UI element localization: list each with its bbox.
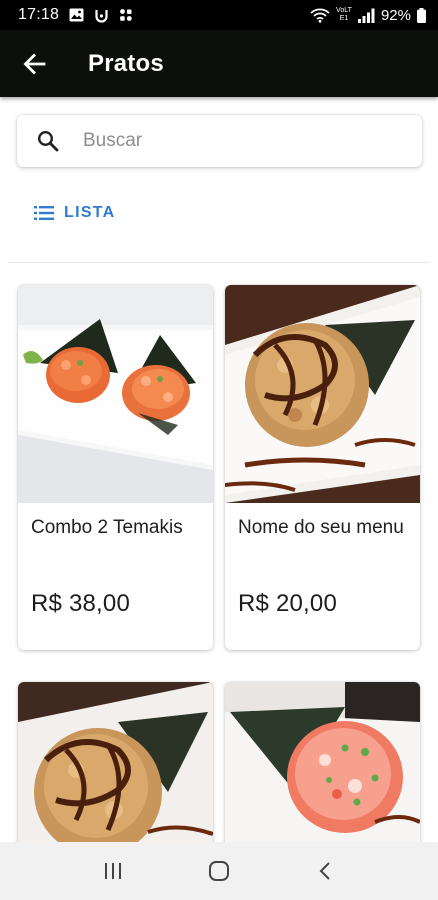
product-name: Combo 2 Temakis <box>31 517 183 538</box>
product-price: R$ 20,00 <box>238 590 338 617</box>
card-body: Combo 2 Temakis R$ 38,00 <box>18 503 213 618</box>
status-right: VoLTE1 92% <box>310 7 426 24</box>
product-price: R$ 38,00 <box>31 590 131 617</box>
search-bar[interactable] <box>17 115 422 167</box>
app-bar: Pratos <box>0 30 438 97</box>
grid-apps-icon <box>118 7 134 23</box>
recent-apps-button[interactable] <box>88 851 138 891</box>
alarm-icon <box>93 7 109 23</box>
signal-icon <box>357 7 376 23</box>
battery-percent: 92% <box>380 6 411 24</box>
wifi-icon <box>310 7 330 23</box>
back-button[interactable] <box>16 46 52 82</box>
product-card[interactable]: Nome do seu menu R$ 20,00 <box>225 285 420 650</box>
status-bar: 17:18 VoLTE1 92% <box>0 0 438 30</box>
product-card[interactable]: Combo 2 Temakis R$ 38,00 <box>18 285 213 650</box>
card-body: Nome do seu menu R$ 20,00 <box>225 503 420 618</box>
system-nav-bar <box>0 842 438 900</box>
recent-apps-icon <box>105 863 121 879</box>
product-name: Nome do seu menu <box>238 517 404 538</box>
product-image <box>18 285 213 503</box>
list-view-toggle[interactable]: LISTA <box>34 204 116 222</box>
search-input[interactable] <box>83 130 383 152</box>
page-title: Pratos <box>88 49 164 77</box>
divider <box>8 262 430 263</box>
network-label: VoLTE1 <box>336 7 352 22</box>
status-left: 17:18 <box>18 6 310 24</box>
status-time: 17:18 <box>18 6 60 23</box>
battery-icon <box>416 7 426 23</box>
back-icon <box>319 862 330 880</box>
home-icon <box>209 861 229 881</box>
arrow-left-icon <box>23 53 46 74</box>
list-icon <box>34 206 54 220</box>
system-back-button[interactable] <box>300 851 350 891</box>
search-icon <box>37 130 59 152</box>
image-icon <box>68 7 84 23</box>
home-button[interactable] <box>194 851 244 891</box>
list-view-label: LISTA <box>64 204 116 221</box>
product-image <box>225 285 420 503</box>
screen: 17:18 VoLTE1 92% Pratos Buscar LISTA Com… <box>0 0 438 900</box>
